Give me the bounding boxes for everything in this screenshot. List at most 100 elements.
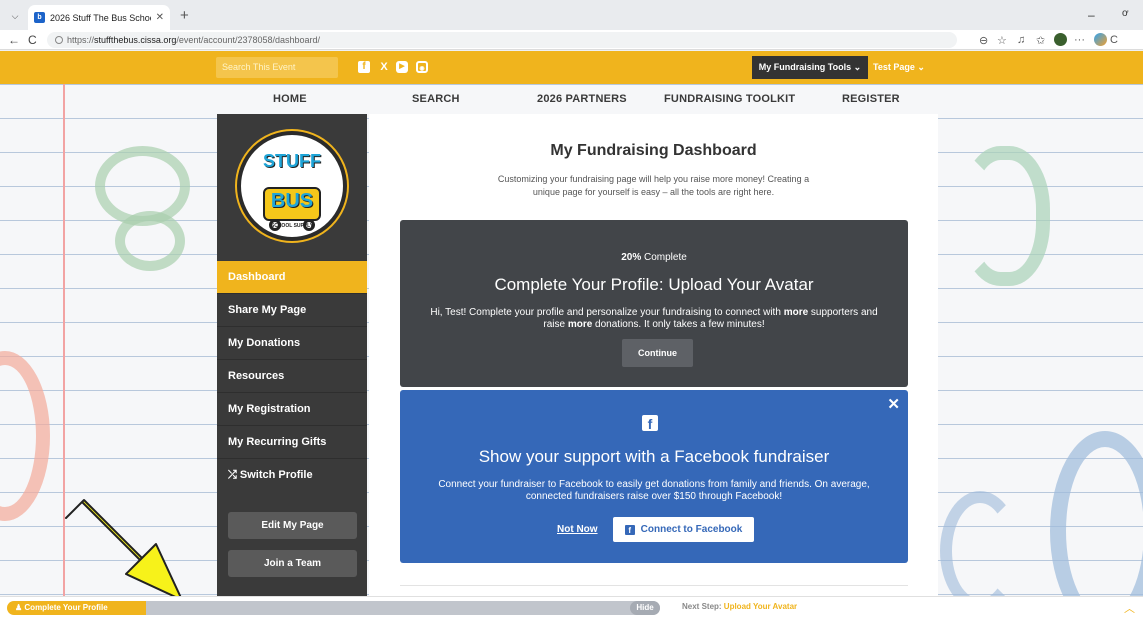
user-icon: ♟ [15,603,23,612]
completion-percent: 20% Complete [400,252,908,263]
event-search-box[interactable] [216,57,338,78]
squiggle-doodle [940,491,1020,596]
instagram-icon[interactable]: ◉ [416,61,428,73]
chevron-down-icon: ⌄ [853,62,862,72]
facebook-icon: f [624,525,635,535]
connect-label: Connect to Facebook [640,524,743,535]
tools-label: My Fundraising Tools [758,62,852,72]
sidebar-item-switch-profile[interactable]: ⤮ Switch Profile [217,459,367,492]
url-path: /event/account/2378058/dashboard/ [176,35,321,45]
facebook-icon: f [642,415,658,432]
copilot-window-icon[interactable]: ơ [1122,8,1129,19]
logo-tagline: SCHOOL SUPPLY [270,223,314,229]
sidebar-item-dashboard[interactable]: Dashboard [217,261,367,294]
percent-suffix: Complete [641,252,687,263]
tab-title: 2026 Stuff The Bus School Supply [50,12,151,23]
profile-card-body: Hi, Test! Complete your profile and pers… [420,307,888,331]
nav-register[interactable]: REGISTER [842,93,900,105]
scissors-doodle [95,146,190,226]
nav-fundraising-toolkit[interactable]: FUNDRAISING TOOLKIT [664,93,795,105]
back-button[interactable]: ← [8,33,20,47]
nav-search[interactable]: SEARCH [412,93,460,105]
connect-to-facebook-button[interactable]: f Connect to Facebook [613,517,754,542]
body-text: Hi, Test! Complete your profile and pers… [430,307,784,318]
youtube-icon[interactable]: ▶ [396,61,408,73]
sidebar-item-my-donations[interactable]: My Donations [217,327,367,360]
next-step: Next Step: Upload Your Avatar [682,602,797,611]
sidebar-item-share-my-page[interactable]: Share My Page [217,294,367,327]
switch-profile-label: Switch Profile [239,469,313,481]
facebook-card-body: Connect your fundraiser to Facebook to e… [438,479,870,502]
join-a-team-button[interactable]: Join a Team [228,550,357,577]
new-tab-button[interactable]: + [180,7,189,24]
extension-icon[interactable]: ♫ [1017,34,1025,46]
chevron-up-icon[interactable]: ︿ [1124,600,1135,616]
more-menu-icon[interactable]: ··· [1074,34,1085,46]
site-top-bar: f X ▶ ◉ My Fundraising Tools ⌄ Test Page… [0,51,1143,84]
divider [400,585,908,586]
sidebar-item-my-registration[interactable]: My Registration [217,393,367,426]
copilot-label: C [1110,34,1118,46]
progress-track [146,601,660,615]
page-title: My Fundraising Dashboard [550,142,757,159]
site-info-icon[interactable] [55,36,63,44]
circle-doodle [0,351,50,521]
continue-button[interactable]: Continue [622,339,693,367]
not-now-link[interactable]: Not Now [557,524,598,535]
profile-avatar[interactable] [1054,33,1067,46]
tab-list-chevron-icon[interactable]: ⌵ [8,9,22,23]
edit-my-page-button[interactable]: Edit My Page [228,512,357,539]
close-icon[interactable]: ✕ [887,395,900,413]
logo-line-3: BUS [270,190,314,212]
facebook-card-heading: Show your support with a Facebook fundra… [478,447,830,466]
refresh-button[interactable]: C [28,33,37,47]
logo-line-2: THE [283,171,301,181]
nav-partners[interactable]: 2026 PARTNERS [537,93,627,105]
url-host: stuffthebus.cissa.org [94,35,177,45]
url-prefix: https:// [67,35,95,45]
sidebar-item-my-recurring-gifts[interactable]: My Recurring Gifts [217,426,367,459]
logo-line-1: STUFF [263,151,321,171]
profile-progress-bar: ♟ Complete Your Profile Hide Next Step: … [0,596,1143,620]
nav-home[interactable]: HOME [273,93,307,105]
facebook-icon[interactable]: f [358,61,370,73]
emphasis-text: more [783,307,809,318]
favorite-star-icon[interactable]: ☆ [997,34,1007,47]
event-search-input[interactable] [222,57,338,78]
url-field[interactable]: https://stuffthebus.cissa.org/event/acco… [47,32,957,48]
fundraising-tools-dropdown[interactable]: My Fundraising Tools ⌄ [752,56,868,79]
squiggle-doodle [1050,431,1143,596]
percent-value: 20% [621,252,642,263]
favorites-icon[interactable]: ✩ [1036,34,1045,47]
site-favicon-icon: b [34,12,45,23]
x-twitter-icon[interactable]: X [378,61,390,73]
profile-completion-card: 20% Complete Complete Your Profile: Uplo… [400,220,908,387]
annotation-arrow-icon [65,499,182,596]
next-step-label: Next Step: [682,602,722,611]
facebook-fundraiser-card: ✕ f Show your support with a Facebook fu… [400,390,908,563]
profile-card-heading: Complete Your Profile: Upload Your Avata… [494,275,814,294]
test-page-label: Test Page [873,62,915,72]
dashboard-main: My Fundraising Dashboard Customizing you… [369,114,938,596]
browser-tab-bar: ⌵ b 2026 Stuff The Bus School Supply ✕ +… [0,0,1143,30]
stuff-the-bus-logo[interactable]: STUFF THE BUS SCHOOL SUPPLY [237,131,347,241]
copilot-icon[interactable] [1094,33,1107,46]
page-subtitle: Customizing your fundraising page will h… [497,174,810,197]
emphasis-text: more [567,319,593,330]
browser-tab[interactable]: b 2026 Stuff The Bus School Supply ✕ [28,5,170,30]
test-page-dropdown[interactable]: Test Page ⌄ [873,56,925,79]
body-text: donations. It only takes a few minutes! [592,319,765,330]
main-nav: HOME SEARCH 2026 PARTNERS FUNDRAISING TO… [0,84,1143,115]
chevron-down-icon: ⌄ [917,62,925,72]
badge-label: Complete Your Profile [24,603,108,612]
page-background: f X ▶ ◉ My Fundraising Tools ⌄ Test Page… [0,51,1143,596]
zoom-icon[interactable]: ⊖ [979,34,988,47]
complete-profile-badge[interactable]: ♟ Complete Your Profile [7,601,146,615]
next-step-value[interactable]: Upload Your Avatar [724,602,797,611]
hide-button[interactable]: Hide [630,601,660,615]
shuffle-icon: ⤮ [228,469,237,481]
tab-close-icon[interactable]: ✕ [156,12,164,23]
minimize-button[interactable]: – [1088,8,1095,22]
sidebar-item-resources[interactable]: Resources [217,360,367,393]
dashboard-sidebar: STUFF THE BUS SCHOOL SUPPLY Dashboard Sh… [217,114,367,596]
